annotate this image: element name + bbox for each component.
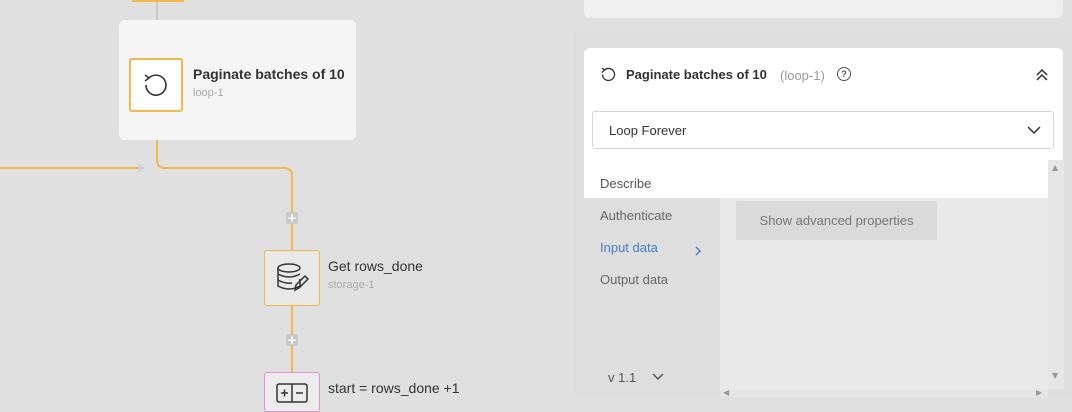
loop-node-title: Paginate batches of 10 (193, 66, 345, 82)
loop-icon (144, 74, 167, 96)
storage-node-title: Get rows_done (328, 258, 423, 274)
chevron-down-icon[interactable] (652, 373, 664, 381)
nav-authenticate[interactable]: Authenticate (600, 208, 672, 223)
loop-mode-select[interactable]: Loop Forever (592, 111, 1054, 149)
loop-mode-value: Loop Forever (609, 123, 687, 138)
show-advanced-properties-button[interactable]: Show advanced properties (736, 201, 937, 240)
chevron-down-icon (1027, 126, 1041, 135)
previous-panel-section (584, 0, 1063, 18)
chevron-right-icon (695, 246, 702, 256)
help-icon[interactable]: ? (837, 67, 851, 81)
properties-nav: Describe Authenticate Input data Output … (584, 160, 720, 397)
nav-describe[interactable]: Describe (600, 176, 651, 191)
scroll-down-arrow[interactable]: ▼ (1052, 371, 1058, 380)
scroll-up-arrow[interactable]: ▲ (1052, 163, 1058, 172)
add-step-button[interactable]: + (286, 212, 298, 224)
script-node-title: start = rows_done +1 (328, 380, 460, 396)
horizontal-scrollbar[interactable]: ◀ ▶ (720, 388, 1048, 397)
input-data-content: Show advanced properties (720, 160, 1048, 389)
collapse-icon[interactable] (1035, 68, 1049, 82)
loop-node-id: loop-1 (193, 87, 224, 99)
content-top (720, 160, 1048, 198)
script-node-icon-box[interactable] (264, 372, 320, 412)
previous-node-edge (132, 0, 184, 2)
step-title: Paginate batches of 10 (626, 67, 767, 82)
version-select[interactable]: v 1.1 (608, 370, 636, 385)
nav-output-data[interactable]: Output data (600, 272, 668, 287)
workflow-canvas[interactable]: + Paginate batches of 10 loop-1 + Get ro… (0, 0, 584, 412)
calculator-icon (276, 383, 308, 403)
loop-icon (601, 67, 616, 82)
loop-node-icon-box[interactable] (129, 58, 183, 112)
database-edit-icon (277, 263, 309, 292)
vertical-scrollbar[interactable]: ▲ ▼ (1048, 160, 1064, 389)
nav-input-data[interactable]: Input data (600, 240, 658, 255)
step-id: (loop-1) (780, 68, 825, 83)
storage-node-id: storage-1 (328, 279, 375, 291)
loop-node-card[interactable]: Paginate batches of 10 loop-1 (119, 20, 356, 140)
storage-node-icon-box[interactable] (264, 250, 320, 306)
scroll-left-arrow[interactable]: ◀ (723, 388, 729, 397)
add-step-button[interactable]: + (286, 334, 298, 346)
scroll-right-arrow[interactable]: ▶ (1036, 388, 1042, 397)
